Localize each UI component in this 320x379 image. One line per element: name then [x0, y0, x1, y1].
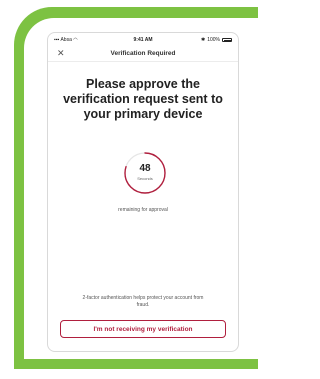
status-bar: ▪▪▪ Absa ◠ 9:41 AM ✱ 100% [48, 33, 238, 45]
phone-screen: ▪▪▪ Absa ◠ 9:41 AM ✱ 100% ✕ Verification… [47, 32, 239, 352]
countdown-timer: 48 Seconds [122, 150, 168, 196]
bluetooth-icon: ✱ [201, 37, 206, 43]
remaining-label: remaining for approval [118, 207, 168, 213]
page-title: Verification Required [110, 50, 176, 57]
battery-percent: 100% [207, 37, 220, 43]
navigation-bar: ✕ Verification Required [48, 45, 238, 62]
battery-icon [222, 38, 232, 42]
promo-frame: ▪▪▪ Absa ◠ 9:41 AM ✱ 100% ✕ Verification… [0, 0, 258, 379]
countdown-value: 48 [139, 163, 151, 174]
status-right: ✱ 100% [201, 37, 232, 43]
not-receiving-button[interactable]: I'm not receiving my verification [60, 320, 226, 338]
headline: Please approve the verification request … [63, 77, 223, 121]
security-footnote: 2-factor authentication helps protect yo… [82, 295, 204, 308]
countdown-unit: Seconds [137, 176, 153, 181]
